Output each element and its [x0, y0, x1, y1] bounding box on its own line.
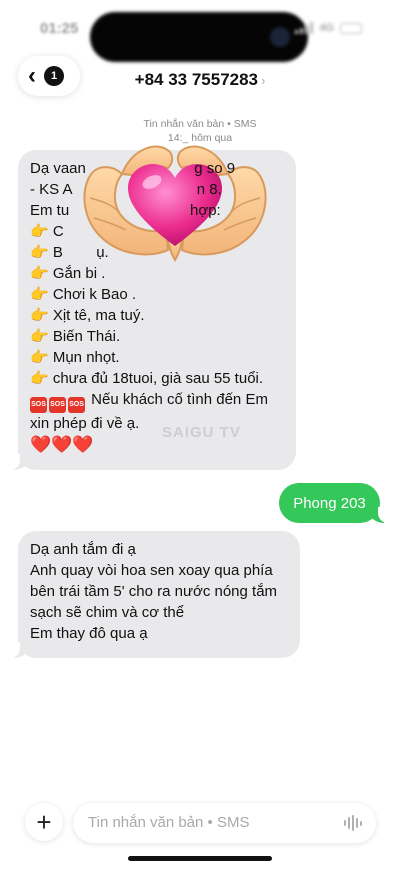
incoming-message-bubble[interactable]: Dạ vaan g so 9 - KS A n 8. Em tu hợp: 👉 … [10, 150, 296, 470]
message-line-sos: SOS SOS SOS Nếu khách cố tình đến Em [30, 389, 284, 413]
message-line: bên trái tầm 5' cho ra nước nóng tắm [30, 583, 278, 600]
message-text: Nếu khách cố tình đến Em [91, 391, 268, 408]
network-label: 4G [319, 22, 334, 34]
message-line: 👉 Xịt tê, ma tuý. [30, 307, 145, 324]
sos-icon: SOS [49, 397, 66, 413]
message-line: sạch sẽ chim và cơ thể [30, 604, 185, 621]
sos-icon: SOS [30, 397, 47, 413]
incoming-message-bubble[interactable]: Dạ anh tắm đi ạ Anh quay vòi hoa sen xoa… [10, 531, 300, 658]
message-text: Phong 203 [293, 494, 366, 512]
status-indicators: 4G [295, 22, 362, 34]
message-line: xin phép đi về ạ. [30, 415, 140, 432]
message-line: Em tu hợp: [30, 202, 221, 219]
outgoing-message-bubble[interactable]: Phong 203 [279, 483, 388, 523]
battery-icon [340, 22, 362, 34]
message-line: 👉 chưa đủ 18tuoi, già sau 55 tuổi. [30, 370, 264, 387]
message-line: Dạ vaan g so 9 [30, 160, 236, 177]
message-input-placeholder: Tin nhắn văn bản • SMS [88, 814, 250, 831]
home-indicator[interactable] [128, 856, 272, 861]
dynamic-island [90, 12, 308, 62]
contact-number: +84 33 7557283 [134, 70, 259, 89]
waveform-icon[interactable] [344, 815, 362, 831]
message-line: 👉 Gắn bi . [30, 265, 106, 282]
message-line: 👉 Mụn nhọt. [30, 349, 120, 366]
message-line: 👉 B ụ. [30, 244, 109, 261]
plus-icon: + [36, 806, 52, 837]
message-line: - KS A n 8. [30, 181, 222, 198]
signal-icon [295, 22, 314, 34]
chevron-right-icon: › [261, 73, 266, 88]
hearts-line: ❤️❤️❤️ [30, 435, 94, 454]
message-line: Dạ anh tắm đi ạ [30, 541, 136, 558]
camera-dot [270, 27, 290, 47]
message-line: 👉 C [30, 223, 64, 240]
contact-header[interactable]: +84 33 7557283 › [0, 70, 400, 90]
message-line: 👉 Chơi k Bao . [30, 286, 137, 303]
message-line: Anh quay vòi hoa sen xoay qua phía [30, 562, 273, 579]
status-time: 01:25 [40, 20, 79, 37]
sos-icon: SOS [68, 397, 85, 413]
message-line: 👉 Biến Thái. [30, 328, 121, 345]
message-input[interactable]: Tin nhắn văn bản • SMS [73, 803, 376, 843]
message-line: Em thay đô qua ạ [30, 625, 148, 642]
plus-button[interactable]: + [25, 803, 63, 841]
